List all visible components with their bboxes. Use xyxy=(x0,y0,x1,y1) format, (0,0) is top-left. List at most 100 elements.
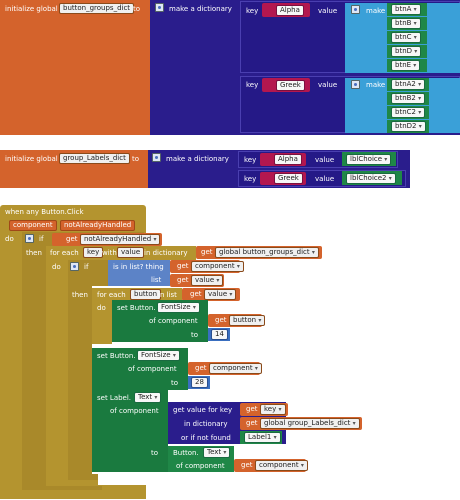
to-label: to xyxy=(133,5,141,13)
component-btnC2[interactable]: btnC2 ▾ xyxy=(391,107,426,118)
then-label: then xyxy=(26,249,42,257)
value-label: value xyxy=(318,7,338,15)
get-label: get xyxy=(177,276,189,284)
key-label: key xyxy=(244,156,257,164)
mutator-gear-icon[interactable] xyxy=(25,234,34,243)
get-var-key[interactable]: key ▾ xyxy=(260,404,286,415)
text-value-alpha[interactable]: Alpha xyxy=(274,154,302,165)
get-label: get xyxy=(246,419,258,427)
event-body-spine xyxy=(0,235,22,493)
component-btnA[interactable]: btnA ▾ xyxy=(391,4,421,15)
make-dictionary-label: make a dictionary xyxy=(169,5,232,13)
component-btnD[interactable]: btnD ▾ xyxy=(391,46,422,57)
text-property-dropdown[interactable]: Text ▾ xyxy=(203,447,231,458)
mutator-gear-icon[interactable] xyxy=(70,262,79,271)
if-bottom xyxy=(22,486,102,490)
for-each-spine xyxy=(46,260,68,484)
fontsize-property-dropdown[interactable]: FontSize ▾ xyxy=(157,302,200,313)
get-label: get xyxy=(195,364,207,372)
component-lblChoice2[interactable]: lblChoice2 ▾ xyxy=(346,173,396,184)
global-var-name-field[interactable]: button_groups_dict xyxy=(59,3,135,14)
get-label: get xyxy=(66,235,78,243)
to-label: to xyxy=(151,449,159,457)
get-label: get xyxy=(190,290,202,298)
set-button-label: set Button. xyxy=(117,304,156,312)
value-var-field[interactable]: value xyxy=(117,247,145,258)
mutator-gear-icon[interactable] xyxy=(152,153,161,162)
for-each-bottom xyxy=(46,480,98,485)
mutator-gear-icon[interactable] xyxy=(155,3,164,12)
component-label1[interactable]: Label1 ▾ xyxy=(244,432,281,443)
in-list-label: in list xyxy=(158,291,177,299)
get-var-global-group-labels-dict[interactable]: global group_Labels_dict ▾ xyxy=(260,418,360,429)
is-in-list-label: is in list? thing xyxy=(113,263,164,271)
get-var-value[interactable]: value ▾ xyxy=(204,289,237,300)
get-label: get xyxy=(241,461,253,469)
if-label: if xyxy=(84,263,89,271)
of-component-label: of component xyxy=(128,365,177,373)
value-label: value xyxy=(318,81,338,89)
or-if-not-found-label: or if not found xyxy=(181,434,231,442)
get-value-for-key-label: get value for key xyxy=(173,406,233,414)
get-var-value[interactable]: value ▾ xyxy=(191,275,224,286)
then-label: then xyxy=(72,291,88,299)
global-var-name-field[interactable]: group_Labels_dict xyxy=(59,153,130,164)
init-global-label: initialize global xyxy=(5,155,58,163)
number-field-14[interactable]: 14 xyxy=(211,329,228,340)
if-label: if xyxy=(39,235,44,243)
inner-if-spine xyxy=(68,286,92,478)
do-label: do xyxy=(52,263,61,271)
for-each-label: for each xyxy=(50,249,79,257)
to-label: to xyxy=(191,331,199,339)
get-var-not-already-handled[interactable]: notAlreadyHandled ▾ xyxy=(80,234,161,245)
button-var-field[interactable]: button xyxy=(130,289,162,300)
do-label: do xyxy=(97,304,106,312)
component-btnB[interactable]: btnB ▾ xyxy=(391,18,421,29)
get-var-component[interactable]: component ▾ xyxy=(255,460,308,471)
key-label: key xyxy=(246,7,259,15)
component-btnD2[interactable]: btnD2 ▾ xyxy=(391,121,426,132)
for-each-button-bottom xyxy=(92,338,112,344)
param-component[interactable]: component xyxy=(9,220,57,231)
get-label: get xyxy=(201,248,213,256)
in-dictionary-label: in dictionary xyxy=(144,249,188,257)
text-property-dropdown[interactable]: Text ▾ xyxy=(134,392,162,403)
init-global-button-groups-block[interactable] xyxy=(0,0,150,135)
for-each-label: for each xyxy=(97,291,126,299)
make-dictionary-label: make a dictionary xyxy=(166,155,229,163)
mutator-gear-icon[interactable] xyxy=(351,80,360,89)
button-getter-label: Button. xyxy=(173,449,199,457)
to-label: to xyxy=(171,379,179,387)
of-component-label: of component xyxy=(110,407,159,415)
if-spine xyxy=(22,246,46,488)
component-btnE[interactable]: btnE ▾ xyxy=(391,60,421,71)
text-value-greek[interactable]: Greek xyxy=(276,80,305,91)
get-var-button[interactable]: button ▾ xyxy=(229,315,266,326)
get-var-component[interactable]: component ▾ xyxy=(209,363,262,374)
number-field-28[interactable]: 28 xyxy=(191,377,208,388)
component-btnB2[interactable]: btnB2 ▾ xyxy=(391,93,426,104)
get-var-global-button-groups-dict[interactable]: global button_groups_dict ▾ xyxy=(215,247,319,258)
of-component-label: of component xyxy=(149,317,198,325)
component-btnA2[interactable]: btnA2 ▾ xyxy=(391,79,426,90)
event-title: when any Button.Click xyxy=(5,208,84,216)
component-lblChoice[interactable]: lblChoice ▾ xyxy=(346,154,392,165)
param-not-already-handled[interactable]: notAlreadyHandled xyxy=(60,220,136,231)
get-var-component[interactable]: component ▾ xyxy=(191,261,244,272)
set-button-label: set Button. xyxy=(97,352,136,360)
component-btnC[interactable]: btnC ▾ xyxy=(391,32,421,43)
get-label: get xyxy=(215,316,227,324)
text-value-alpha[interactable]: Alpha xyxy=(276,5,304,16)
get-label: get xyxy=(246,405,258,413)
do-label: do xyxy=(5,235,14,243)
text-value-greek[interactable]: Greek xyxy=(274,173,303,184)
list-label: list xyxy=(151,276,162,284)
mutator-gear-icon[interactable] xyxy=(351,5,360,14)
fontsize-property-dropdown[interactable]: FontSize ▾ xyxy=(137,350,180,361)
value-label: value xyxy=(315,175,335,183)
key-var-field[interactable]: key xyxy=(83,247,104,258)
with-label: with xyxy=(102,249,117,257)
value-label: value xyxy=(315,156,335,164)
get-label: get xyxy=(177,262,189,270)
in-dictionary-label: in dictionary xyxy=(184,420,228,428)
